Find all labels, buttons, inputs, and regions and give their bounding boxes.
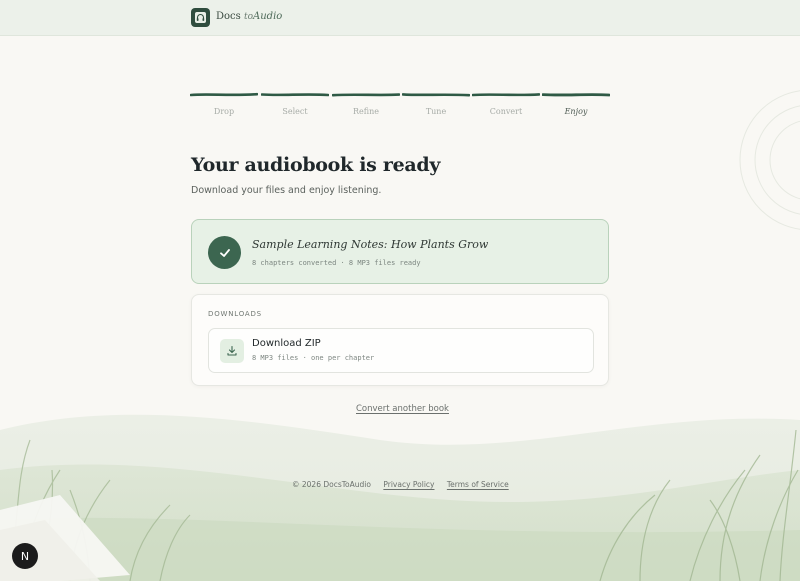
step-label: Convert — [489, 107, 523, 116]
convert-another-link[interactable]: Convert another book — [356, 404, 449, 414]
download-icon — [227, 345, 237, 356]
dev-badge-letter: N — [20, 549, 30, 563]
step-label: Select — [282, 107, 308, 116]
app-logo[interactable] — [191, 8, 210, 27]
step-progress-stroke — [402, 93, 470, 97]
check-icon — [219, 248, 230, 257]
step-label: Refine — [353, 107, 379, 116]
step-tune: Tune — [402, 92, 470, 122]
top-navigation-bar: Docs toAudio — [0, 0, 800, 36]
page-subtitle: Download your files and enjoy listening. — [191, 185, 382, 196]
step-progress-stroke — [472, 93, 540, 97]
download-zip-meta: 8 MP3 files · one per chapter — [252, 354, 375, 362]
headphones-book-icon — [195, 12, 206, 23]
brand-mid: to — [243, 12, 254, 22]
footer: © 2026 DocsToAudio Privacy Policy Terms … — [292, 480, 519, 489]
step-enjoy: Enjoy — [542, 92, 610, 122]
terms-of-service-link[interactable]: Terms of Service — [447, 480, 509, 489]
step-convert: Convert — [472, 92, 540, 122]
download-icon-box — [220, 339, 244, 363]
step-refine: Refine — [332, 92, 400, 122]
brand-suffix: Audio — [253, 11, 283, 22]
step-label: Tune — [425, 107, 447, 116]
step-progress-stroke — [542, 93, 610, 97]
step-progress-stroke — [190, 92, 258, 97]
step-progress-stroke — [332, 93, 400, 97]
conversion-success-card: Sample Learning Notes: How Plants Grow 8… — [191, 219, 609, 284]
downloads-card: DOWNLOADS Download ZIP 8 MP3 files · one… — [191, 294, 609, 386]
brand-prefix: Docs — [216, 11, 241, 22]
step-progress-stroke — [261, 93, 329, 97]
download-zip-label: Download ZIP — [252, 338, 321, 349]
step-drop: Drop — [190, 92, 258, 122]
step-select: Select — [261, 92, 329, 122]
book-title: Sample Learning Notes: How Plants Grow — [252, 238, 489, 251]
step-label: Enjoy — [564, 107, 588, 116]
downloads-heading: DOWNLOADS — [208, 310, 262, 318]
success-badge — [208, 236, 241, 269]
meadow-background — [0, 90, 800, 581]
copyright-text: © 2026 DocsToAudio — [292, 480, 371, 489]
step-label: Drop — [213, 107, 235, 116]
dev-tools-badge[interactable]: N — [12, 543, 38, 569]
progress-stepper: Drop Select Refine Tune Convert Enjoy — [190, 92, 610, 122]
brand-name[interactable]: Docs toAudio — [216, 11, 282, 22]
conversion-summary: 8 chapters converted · 8 MP3 files ready — [252, 259, 421, 267]
privacy-policy-link[interactable]: Privacy Policy — [383, 480, 434, 489]
download-zip-button[interactable]: Download ZIP 8 MP3 files · one per chapt… — [208, 328, 594, 373]
page-title: Your audiobook is ready — [191, 154, 441, 176]
